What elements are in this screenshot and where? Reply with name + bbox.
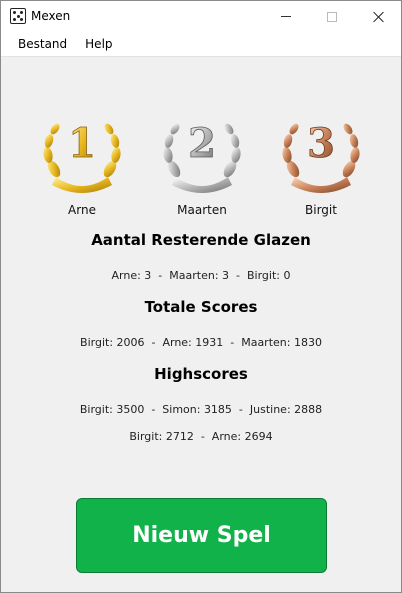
highscores-line-1: Birgit: 3500 - Simon: 3185 - Justine: 28… [79, 403, 323, 416]
podium-third: 3 Birgit [273, 113, 369, 217]
title-bar[interactable]: Mexen [1, 1, 401, 32]
podium-second: 2 Maarten [154, 113, 250, 217]
minimize-button[interactable] [263, 1, 309, 32]
totals-line: Birgit: 2006 - Arne: 1931 - Maarten: 183… [80, 336, 322, 349]
main-content: 1 Arne 2 Maarten 3 Birgit Aantal Restere… [1, 58, 401, 593]
menu-bestand[interactable]: Bestand [9, 32, 76, 57]
glasses-heading: Aantal Resterende Glazen [91, 231, 311, 249]
podium-first: 1 Arne [34, 113, 130, 217]
second-place-name: Maarten [177, 203, 227, 217]
dice-icon [10, 8, 26, 24]
menu-bar: Bestand Help [1, 32, 401, 57]
totals-heading: Totale Scores [144, 298, 258, 316]
highscores-heading: Highscores [154, 365, 248, 383]
window-title: Mexen [31, 9, 71, 23]
first-place-name: Arne [68, 203, 96, 217]
minimize-icon [281, 16, 291, 17]
silver-laurel-medal-icon: 2 [163, 120, 241, 193]
svg-text:2: 2 [188, 120, 216, 167]
new-game-button[interactable]: Nieuw Spel [76, 498, 327, 573]
maximize-icon [327, 11, 337, 22]
bronze-laurel-medal-icon: 3 [282, 120, 360, 193]
close-button[interactable] [355, 1, 401, 32]
close-icon [372, 11, 384, 23]
menu-help[interactable]: Help [76, 32, 121, 57]
third-place-name: Birgit [305, 203, 337, 217]
glasses-line: Arne: 3 - Maarten: 3 - Birgit: 0 [111, 269, 291, 282]
app-window: Mexen Bestand Help 1 Arne 2 Maarten 3 Bi… [0, 0, 402, 593]
svg-text:1: 1 [68, 120, 96, 167]
gold-laurel-medal-icon: 1 [43, 120, 121, 193]
svg-text:3: 3 [307, 120, 335, 167]
maximize-button[interactable] [309, 1, 355, 32]
highscores-line-2: Birgit: 2712 - Arne: 2694 [129, 430, 273, 443]
